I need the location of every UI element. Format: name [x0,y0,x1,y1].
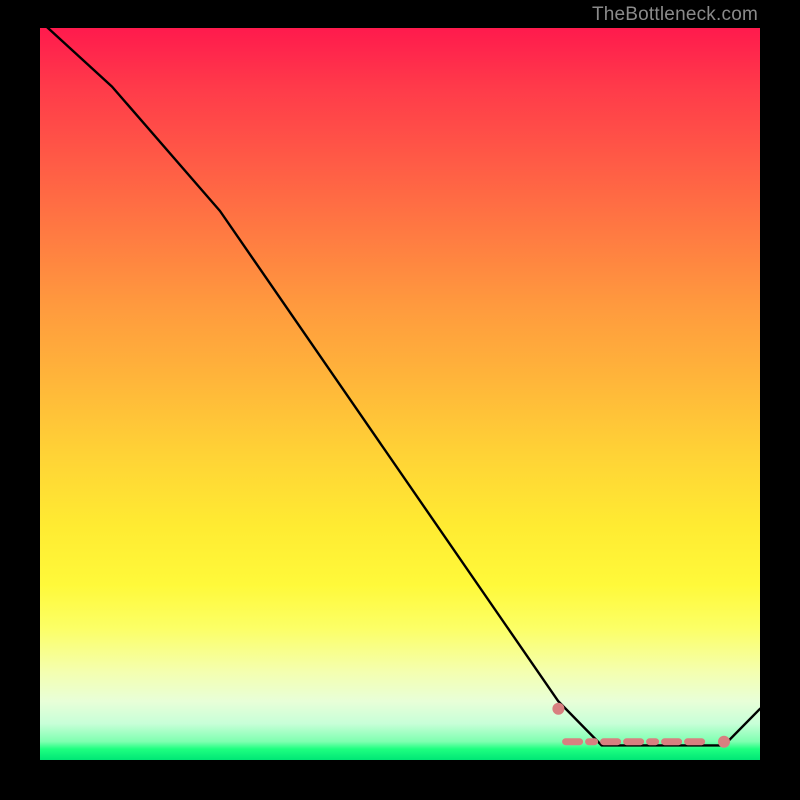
gradient-plot-background [40,28,760,760]
watermark-text: TheBottleneck.com [592,4,758,26]
chart-frame: TheBottleneck.com [0,0,800,800]
